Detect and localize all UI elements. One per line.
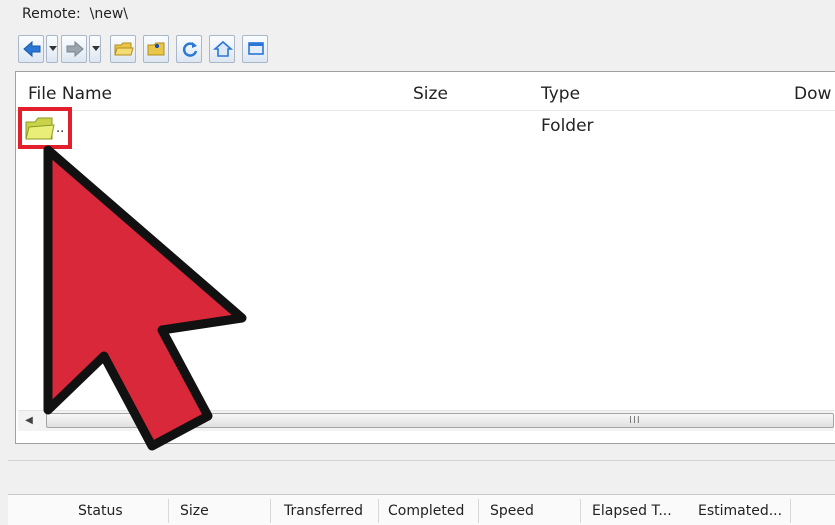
remote-label: Remote: <box>22 6 81 22</box>
chevron-down-icon <box>49 46 57 51</box>
horizontal-scrollbar[interactable]: ◀ III <box>18 410 834 431</box>
folder-icon <box>25 117 55 140</box>
column-header-size[interactable]: Size <box>413 84 448 104</box>
forward-history-dropdown[interactable] <box>89 35 101 63</box>
forward-button[interactable] <box>61 35 87 63</box>
queue-column-estimated[interactable]: Estimated... <box>698 503 782 519</box>
scroll-left-icon[interactable]: ◀ <box>22 413 36 429</box>
forward-arrow-icon <box>66 40 84 58</box>
transfer-queue-header: Status Size Transferred Completed Speed … <box>8 494 835 525</box>
chevron-down-icon <box>92 46 100 51</box>
window-button[interactable] <box>242 35 268 63</box>
open-folder-icon <box>114 42 134 56</box>
new-folder-icon <box>147 42 165 56</box>
header-divider <box>16 110 835 111</box>
column-separator <box>580 499 581 523</box>
refresh-button[interactable] <box>176 35 202 63</box>
column-separator <box>378 499 379 523</box>
scrollbar-thumb[interactable]: III <box>46 413 834 428</box>
parent-folder-entry[interactable]: .. <box>18 107 72 149</box>
column-separator <box>168 499 169 523</box>
refresh-icon <box>182 42 198 57</box>
parent-folder-button[interactable] <box>110 35 136 63</box>
back-history-dropdown[interactable] <box>46 35 58 63</box>
back-arrow-icon <box>23 40 41 58</box>
queue-column-elapsed-time[interactable]: Elapsed T... <box>592 503 672 519</box>
column-separator <box>790 499 791 523</box>
queue-column-transferred[interactable]: Transferred <box>284 503 363 519</box>
queue-column-size[interactable]: Size <box>180 503 209 519</box>
parent-folder-name: .. <box>56 121 65 136</box>
column-separator <box>270 499 271 523</box>
create-folder-button[interactable] <box>143 35 169 63</box>
queue-column-completed[interactable]: Completed <box>388 503 464 519</box>
column-separator <box>478 499 479 523</box>
home-button[interactable] <box>209 35 235 63</box>
window-icon <box>248 42 264 55</box>
remote-path: \new\ <box>89 6 129 22</box>
scroll-grip: III <box>629 415 641 426</box>
divider <box>8 460 835 461</box>
column-header-download[interactable]: Dow <box>794 84 831 104</box>
queue-column-status[interactable]: Status <box>78 503 123 519</box>
queue-column-speed[interactable]: Speed <box>490 503 534 519</box>
row-type: Folder <box>541 116 594 136</box>
back-button[interactable] <box>18 35 44 63</box>
column-header-file-name[interactable]: File Name <box>28 84 112 104</box>
remote-path-label: Remote: \new\ <box>22 6 128 22</box>
column-header-type[interactable]: Type <box>541 84 580 104</box>
home-icon <box>213 40 233 57</box>
remote-file-list[interactable]: File Name Size Type Dow .. Folder ◀ III <box>15 71 835 444</box>
